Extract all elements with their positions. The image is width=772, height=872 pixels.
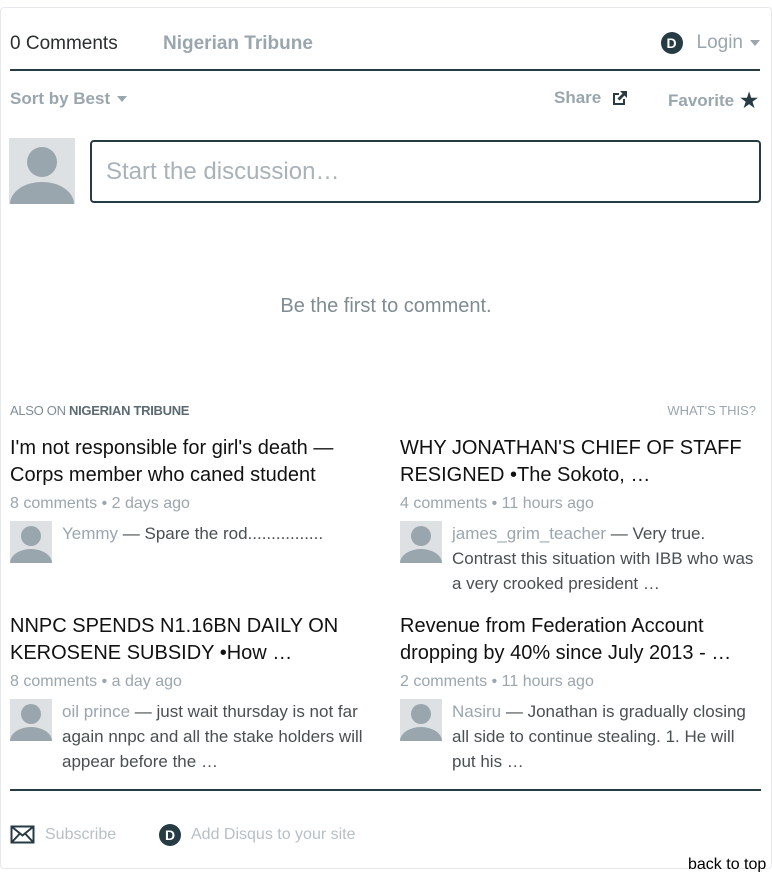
- comment-author[interactable]: Yemmy: [62, 524, 118, 543]
- star-icon: ★: [740, 90, 759, 112]
- empty-state-message: Be the first to comment.: [280, 295, 492, 317]
- tab-community[interactable]: Nigerian Tribune: [163, 33, 313, 55]
- avatar: [10, 699, 52, 741]
- discovery-meta: 8 comments • a day ago: [10, 673, 182, 690]
- discovery-comment[interactable]: Nasiru — Jonathan is gradually closing a…: [400, 699, 760, 774]
- favorite-label: Favorite: [668, 90, 735, 110]
- add-disqus-label: Add Disqus to your site: [191, 826, 356, 843]
- user-avatar-icon: [400, 526, 442, 563]
- discovery-title[interactable]: I'm not responsible for girl's death — C…: [10, 435, 370, 489]
- discovery-comment[interactable]: oil prince — just wait thursday is not f…: [10, 699, 370, 774]
- tab-comments[interactable]: 0 Comments: [10, 33, 118, 55]
- comment-author[interactable]: james_grim_teacher: [452, 524, 606, 543]
- share-label: Share: [554, 88, 602, 107]
- user-avatar-icon: [10, 704, 52, 741]
- avatar: [9, 138, 75, 204]
- discovery-card[interactable]: Revenue from Federation Account dropping…: [400, 613, 760, 774]
- discovery-card[interactable]: WHY JONATHAN'S CHIEF OF STAFF RESIGNED •…: [400, 435, 760, 596]
- avatar: [400, 521, 442, 563]
- comment-excerpt: — Spare the rod................: [118, 524, 324, 543]
- subscribe-label: Subscribe: [45, 825, 117, 843]
- sort-dropdown[interactable]: Sort by Best: [10, 89, 128, 109]
- back-to-top-link[interactable]: back to top: [688, 856, 766, 872]
- discovery-comment[interactable]: james_grim_teacher — Very true. Contrast…: [400, 521, 760, 596]
- sort-label: Sort by Best: [10, 89, 111, 108]
- comment-input[interactable]: Start the discussion…: [90, 140, 761, 203]
- avatar: [400, 699, 442, 741]
- comment-author[interactable]: oil prince: [62, 702, 130, 721]
- discovery-meta: 4 comments • 11 hours ago: [400, 495, 594, 512]
- discovery-title[interactable]: NNPC SPENDS N1.16BN DAILY ON KEROSENE SU…: [10, 613, 370, 667]
- discovery-meta: 2 comments • 11 hours ago: [400, 673, 594, 690]
- thread-nav: 0 Comments Nigerian Tribune D Login: [10, 26, 760, 71]
- favorite-button[interactable]: Favorite ★: [668, 88, 758, 113]
- user-avatar-icon: [10, 526, 52, 563]
- envelope-icon: [10, 825, 35, 844]
- login-menu[interactable]: D Login: [660, 32, 760, 54]
- disqus-logo-icon: D: [660, 32, 683, 54]
- comment-author[interactable]: Nasiru: [452, 702, 501, 721]
- chevron-down-icon: [750, 40, 760, 46]
- discovery-comment[interactable]: Yemmy — Spare the rod................: [10, 521, 370, 563]
- also-on-prefix: ALSO ON: [10, 403, 66, 418]
- avatar: [10, 521, 52, 563]
- discovery-title[interactable]: Revenue from Federation Account dropping…: [400, 613, 760, 667]
- footer-divider: [10, 789, 761, 791]
- discovery-card[interactable]: I'm not responsible for girl's death — C…: [10, 435, 370, 563]
- share-icon: [613, 91, 628, 105]
- whats-this-link[interactable]: WHAT'S THIS?: [667, 403, 756, 418]
- add-disqus-link[interactable]: D Add Disqus to your site: [159, 824, 356, 846]
- disqus-logo-icon: D: [159, 824, 181, 846]
- also-on-heading: ALSO ON NIGERIAN TRIBUNE: [10, 403, 189, 418]
- login-label: Login: [696, 32, 744, 53]
- discovery-title[interactable]: WHY JONATHAN'S CHIEF OF STAFF RESIGNED •…: [400, 435, 760, 489]
- discovery-meta: 8 comments • 2 days ago: [10, 495, 190, 512]
- also-on-site[interactable]: NIGERIAN TRIBUNE: [69, 403, 189, 418]
- comment-placeholder: Start the discussion…: [106, 157, 340, 185]
- discovery-card[interactable]: NNPC SPENDS N1.16BN DAILY ON KEROSENE SU…: [10, 613, 370, 774]
- user-avatar-icon: [9, 138, 75, 204]
- chevron-down-icon: [117, 96, 128, 102]
- user-avatar-icon: [400, 704, 442, 741]
- share-button[interactable]: Share: [554, 88, 629, 108]
- subscribe-link[interactable]: Subscribe: [10, 825, 116, 844]
